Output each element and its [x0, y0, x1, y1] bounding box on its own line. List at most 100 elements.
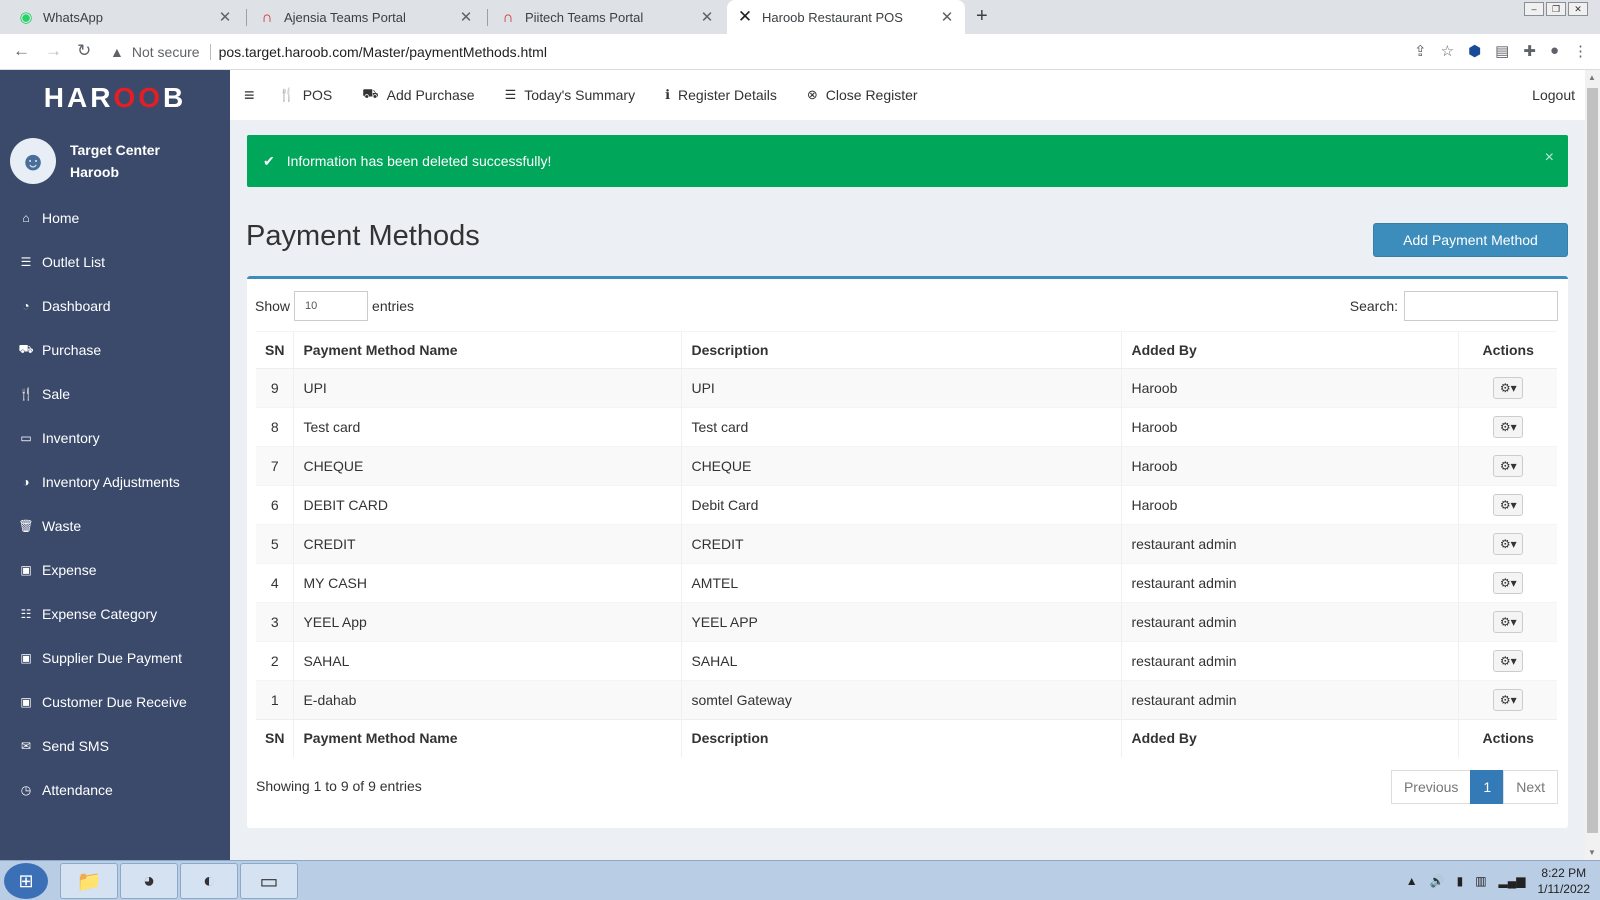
hamburger-menu-icon[interactable]: ≡	[244, 85, 255, 106]
tab-piitech-teams-portal[interactable]: ∩ Piitech Teams Portal ✕	[490, 0, 725, 34]
close-tab-icon[interactable]: ✕	[699, 8, 715, 26]
sidebar-item-inventory-adjustments[interactable]: ◑ Inventory Adjustments	[0, 460, 230, 504]
close-tab-icon[interactable]: ✕	[939, 8, 955, 26]
sidebar-item-sale[interactable]: 🍴 Sale	[0, 372, 230, 416]
column-header-sn[interactable]: SN	[256, 331, 295, 369]
sidebar-item-send-sms[interactable]: ✉ Send SMS	[0, 724, 230, 768]
vertical-scrollbar[interactable]: ▲ ▼	[1585, 70, 1600, 860]
nav-register-details[interactable]: ℹ Register Details	[665, 87, 777, 103]
menu-kebab-icon[interactable]: ⋮	[1573, 42, 1588, 60]
sidebar-item-customer-due-receive[interactable]: ▣ Customer Due Receive	[0, 680, 230, 724]
tab-haroob-restaurant-pos[interactable]: ✕ Haroob Restaurant POS ✕	[727, 0, 965, 34]
sidebar-item-waste[interactable]: 🗑 Waste	[0, 504, 230, 548]
next-page-button[interactable]: Next	[1503, 770, 1558, 804]
table-row: 3 YEEL App YEEL APP restaurant admin ⚙▾	[256, 602, 1557, 642]
close-window-icon[interactable]: ✕	[1568, 2, 1588, 16]
security-label[interactable]: Not secure	[132, 44, 200, 60]
gear-dropdown-icon[interactable]: ⚙▾	[1493, 650, 1524, 672]
gear-dropdown-icon[interactable]: ⚙▾	[1493, 455, 1524, 477]
sidebar-item-attendance[interactable]: ◷ Attendance	[0, 768, 230, 812]
new-tab-button[interactable]: +	[976, 5, 988, 28]
nav-todays-summary[interactable]: ☰ Today's Summary	[505, 87, 635, 103]
reload-icon[interactable]: ↻	[77, 41, 91, 61]
clock[interactable]: 8:22 PM 1/11/2022	[1538, 865, 1591, 897]
nav-add-purchase[interactable]: ⛟ Add Purchase	[362, 86, 474, 104]
start-button-icon[interactable]: ⊞	[4, 863, 48, 899]
forward-icon[interactable]: →	[45, 41, 62, 61]
close-tab-icon[interactable]: ✕	[217, 8, 233, 26]
add-payment-method-button[interactable]: Add Payment Method	[1373, 223, 1568, 257]
truck-icon: ⛟	[18, 342, 34, 356]
tab-ajensia-teams-portal[interactable]: ∩ Ajensia Teams Portal ✕	[249, 0, 484, 34]
gear-dropdown-icon[interactable]: ⚙▾	[1493, 611, 1524, 633]
tray-arrow-icon[interactable]: ▲	[1406, 874, 1418, 888]
star-icon[interactable]: ☆	[1441, 42, 1454, 60]
minimize-icon[interactable]: –	[1524, 2, 1544, 16]
volume-icon[interactable]: 🔊	[1430, 874, 1445, 888]
column-footer-sn: SN	[256, 719, 295, 757]
nav-pos[interactable]: 🍴 POS	[279, 87, 333, 103]
edge-icon[interactable]: ◐	[180, 863, 238, 899]
tab-whatsapp[interactable]: ◉ WhatsApp ✕	[8, 0, 243, 34]
restore-icon[interactable]: ❐	[1546, 2, 1566, 16]
page-1-button[interactable]: 1	[1470, 770, 1505, 804]
sidebar-item-supplier-due-payment[interactable]: ▣ Supplier Due Payment	[0, 636, 230, 680]
gear-dropdown-icon[interactable]: ⚙▾	[1493, 377, 1524, 399]
app-window-icon[interactable]: ▭	[240, 863, 298, 899]
column-header-name[interactable]: Payment Method Name	[293, 331, 683, 369]
back-icon[interactable]: ←	[13, 41, 30, 61]
close-tab-icon[interactable]: ✕	[458, 8, 474, 26]
network-icon[interactable]: ▥	[1475, 874, 1486, 888]
omnibox[interactable]: ▲ Not secure pos.target.haroob.com/Maste…	[110, 38, 1360, 66]
chrome-icon[interactable]: ◕	[120, 863, 178, 899]
gear-dropdown-icon[interactable]: ⚙▾	[1493, 689, 1524, 711]
sidebar-item-expense-category[interactable]: ☷ Expense Category	[0, 592, 230, 636]
user-panel: ☻ Target Center Haroob	[0, 126, 230, 196]
scroll-down-icon[interactable]: ▼	[1588, 848, 1596, 857]
signal-icon[interactable]: ▂▄▆	[1499, 874, 1526, 888]
file-explorer-icon[interactable]: 📁	[60, 863, 118, 899]
gear-dropdown-icon[interactable]: ⚙▾	[1493, 494, 1524, 516]
nav-label: Close Register	[825, 87, 918, 103]
sidebar-item-outlet-list[interactable]: ☰ Outlet List	[0, 240, 230, 284]
nav-label: Today's Summary	[524, 87, 636, 103]
column-footer-description: Description	[681, 719, 1123, 757]
share-icon[interactable]: ⇪	[1414, 42, 1427, 60]
extension-shield-icon[interactable]: ⬢	[1468, 42, 1481, 60]
column-header-added-by[interactable]: Added By	[1121, 331, 1460, 369]
nav-close-register[interactable]: ⊗ Close Register	[807, 87, 918, 103]
haroob-logo[interactable]: HAR OO B	[0, 70, 230, 126]
money-icon: ▣	[20, 695, 32, 709]
gear-dropdown-icon[interactable]: ⚙▾	[1493, 416, 1524, 438]
gear-dropdown-icon[interactable]: ⚙▾	[1493, 572, 1524, 594]
pagination: Previous 1 Next	[1390, 770, 1558, 804]
table-row: 1 E-dahab somtel Gateway restaurant admin ⚙▾	[256, 680, 1557, 720]
previous-page-button[interactable]: Previous	[1390, 770, 1472, 804]
profile-icon[interactable]: ●	[1550, 42, 1559, 60]
sidebar-item-purchase[interactable]: ⛟ Purchase	[0, 328, 230, 372]
battery-icon[interactable]: ▮	[1457, 874, 1464, 888]
user-name-line1: Target Center	[70, 142, 160, 158]
close-alert-icon[interactable]: ×	[1545, 149, 1554, 167]
entries-select[interactable]: 10	[294, 291, 369, 321]
browser-tab-bar: ◉ WhatsApp ✕ ∩ Ajensia Teams Portal ✕ ∩ …	[0, 0, 1600, 34]
sidebar-item-home[interactable]: ⌂ Home	[0, 196, 230, 240]
puzzle-icon[interactable]: ✚	[1523, 42, 1536, 60]
column-header-description[interactable]: Description	[681, 331, 1123, 369]
url-text[interactable]: pos.target.haroob.com/Master/paymentMeth…	[219, 44, 547, 60]
clipboard-icon[interactable]: ▤	[1495, 42, 1509, 60]
cell-actions: ⚙▾	[1458, 368, 1557, 408]
scroll-up-icon[interactable]: ▲	[1588, 73, 1596, 82]
logout-link[interactable]: Logout	[1532, 87, 1575, 103]
gear-dropdown-icon[interactable]: ⚙▾	[1493, 533, 1524, 555]
sidebar-item-label: Attendance	[42, 782, 113, 798]
trash-icon: 🗑	[18, 519, 34, 533]
haroob-icon: ✕	[737, 7, 753, 26]
scrollbar-thumb[interactable]	[1587, 88, 1598, 833]
table-row: 5 CREDIT CREDIT restaurant admin ⚙▾	[256, 524, 1557, 564]
sidebar-item-dashboard[interactable]: ◔ Dashboard	[0, 284, 230, 328]
dashboard-icon: ◔	[22, 299, 30, 313]
search-input[interactable]	[1404, 291, 1558, 321]
sidebar-item-inventory[interactable]: ▭ Inventory	[0, 416, 230, 460]
sidebar-item-expense[interactable]: ▣ Expense	[0, 548, 230, 592]
